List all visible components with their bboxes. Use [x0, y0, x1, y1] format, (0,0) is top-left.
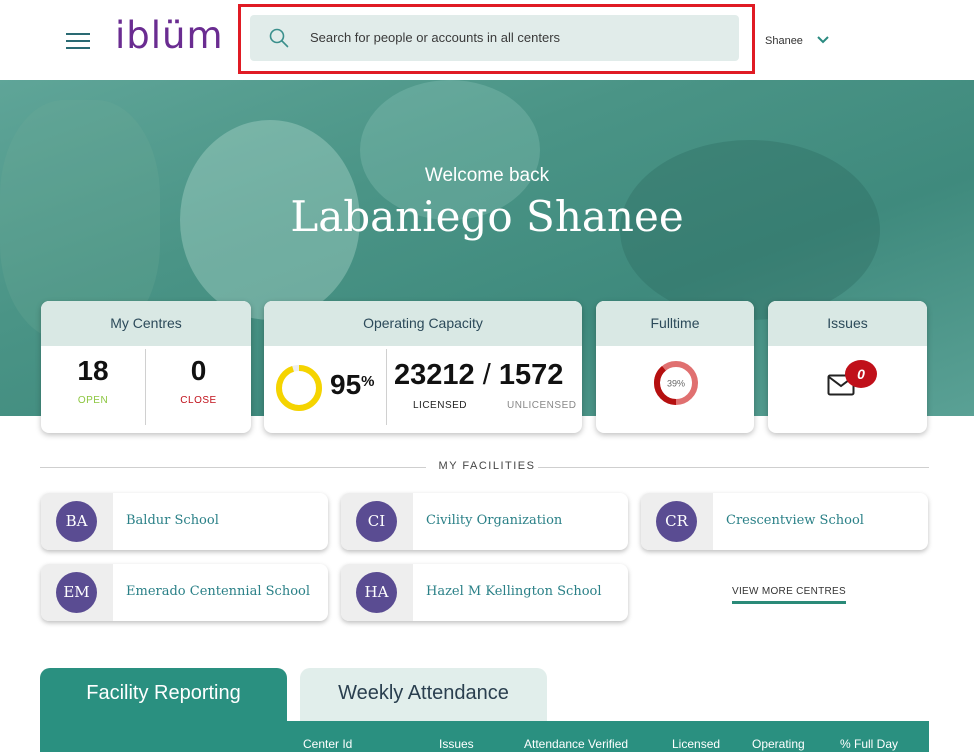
chevron-down-icon[interactable] [817, 35, 829, 45]
unlicensed-label: UNLICENSED [507, 400, 577, 411]
column-header[interactable]: % Full Day [840, 737, 898, 751]
close-label: CLOSE [180, 395, 217, 406]
card-title: Issues [768, 301, 927, 346]
facility-card-civility[interactable]: CI Civility Organization [341, 493, 628, 550]
column-header[interactable]: Issues [439, 737, 474, 751]
avatar: BA [56, 501, 97, 542]
fulltime-ring: 39% [654, 361, 698, 405]
tab-facility-reporting[interactable]: Facility Reporting [40, 668, 287, 722]
facility-card-emerado[interactable]: EM Emerado Centennial School [41, 564, 328, 621]
menu-icon[interactable] [66, 31, 90, 51]
operating-capacity-card[interactable]: Operating Capacity 95% 23212 / 1572 LICE… [264, 301, 582, 433]
licensed-label: LICENSED [413, 400, 468, 411]
fulltime-card[interactable]: Fulltime 39% [596, 301, 754, 433]
my-centres-card[interactable]: My Centres 18 OPEN 0 CLOSE [41, 301, 251, 433]
search-highlight-box [238, 4, 755, 74]
fulltime-percent: 39% [667, 379, 685, 389]
avatar: EM [56, 572, 97, 613]
licensed-value: 23212 [394, 359, 475, 391]
table-header: Center Id Issues Attendance Verified Lic… [40, 721, 929, 752]
facility-name: Emerado Centennial School [126, 584, 310, 599]
value-separator: / [482, 359, 491, 391]
column-header[interactable]: Center Id [303, 737, 352, 751]
avatar: CR [656, 501, 697, 542]
close-count: 0 [190, 355, 207, 386]
open-label: OPEN [77, 395, 109, 406]
capacity-gauge [276, 365, 322, 411]
card-title: Fulltime [596, 301, 754, 346]
licensed-values: 23212 / 1572 [394, 359, 563, 392]
column-header[interactable]: Licensed [672, 737, 720, 751]
facility-name: Baldur School [126, 513, 219, 528]
issues-card[interactable]: Issues 0 [768, 301, 927, 433]
facility-name: Hazel M Kellington School [426, 584, 602, 599]
issues-count-badge: 0 [845, 360, 877, 388]
avatar: CI [356, 501, 397, 542]
tab-weekly-attendance[interactable]: Weekly Attendance [300, 668, 547, 722]
user-full-name: Labaniego Shanee [290, 192, 684, 241]
facility-name: Crescentview School [726, 513, 864, 528]
capacity-percent: 95% [330, 369, 375, 400]
facility-card-baldur[interactable]: BA Baldur School [41, 493, 328, 550]
facility-card-hazel[interactable]: HA Hazel M Kellington School [341, 564, 628, 621]
facility-name: Civility Organization [426, 513, 563, 528]
card-title: My Centres [41, 301, 251, 346]
unlicensed-value: 1572 [498, 359, 564, 391]
view-more-centres-link[interactable]: VIEW MORE CENTRES [732, 586, 846, 604]
facilities-heading: MY FACILITIES [438, 460, 536, 472]
welcome-text: Welcome back [424, 165, 550, 186]
open-count: 18 [77, 355, 109, 386]
facility-card-crescentview[interactable]: CR Crescentview School [641, 493, 928, 550]
top-bar: iblüm Search for people or accounts in a… [0, 0, 974, 80]
user-menu-name[interactable]: Shanee [765, 35, 803, 47]
card-title: Operating Capacity [264, 301, 582, 346]
column-header[interactable]: Operating [752, 737, 805, 751]
divider [386, 349, 387, 425]
column-header[interactable]: Attendance Verified [524, 737, 628, 751]
avatar: HA [356, 572, 397, 613]
logo[interactable]: iblüm [115, 14, 224, 57]
